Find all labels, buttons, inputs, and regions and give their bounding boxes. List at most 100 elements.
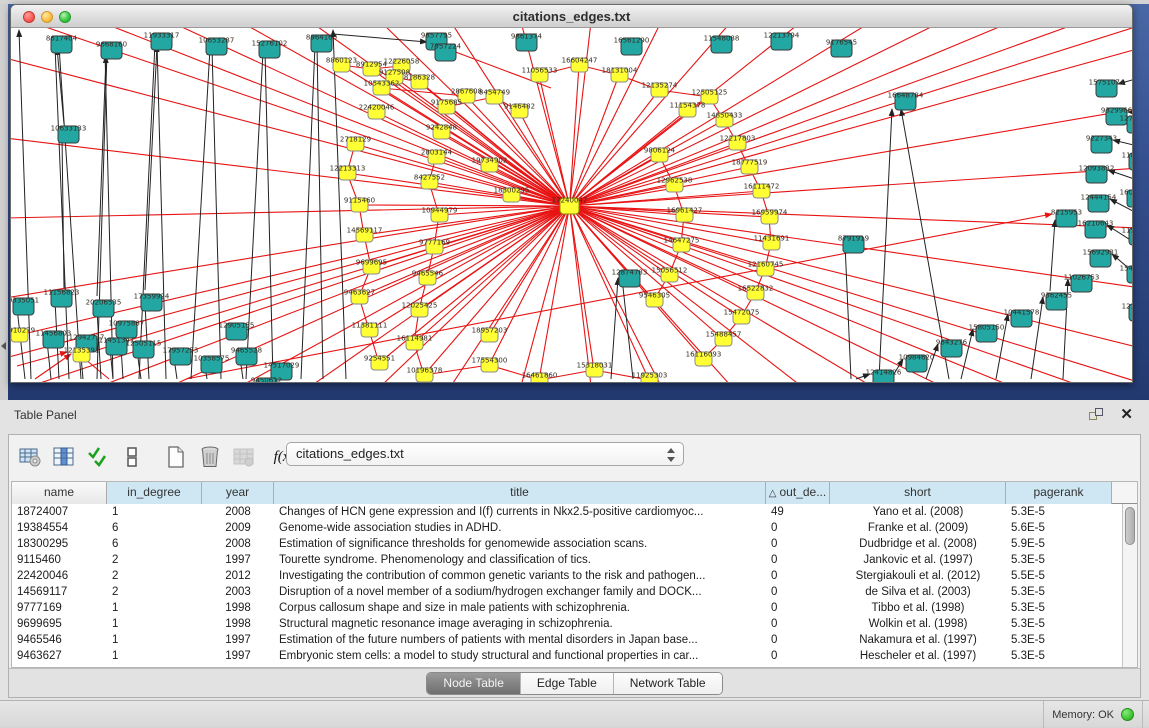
column-header-pagerank[interactable]: pagerank [1006, 482, 1112, 504]
graph-node[interactable]: 11026753 [1064, 274, 1100, 293]
graph-node[interactable]: 2718129 [340, 136, 371, 152]
graph-node[interactable]: 11154378 [670, 102, 706, 118]
tab-network-table[interactable]: Network Table [613, 673, 722, 694]
column-header-out-degree[interactable]: △out_de... [766, 482, 830, 504]
table-cell[interactable]: Disruption of a novel member of a sodium… [274, 584, 766, 600]
table-cell[interactable]: 5.3E-5 [1006, 584, 1112, 600]
graph-node[interactable]: 16648784 [888, 92, 924, 111]
table-cell[interactable]: 18724007 [12, 504, 107, 520]
close-panel-icon[interactable]: ✕ [1120, 405, 1133, 423]
table-cell[interactable]: 1997 [202, 648, 274, 664]
select-all-icon[interactable] [83, 442, 113, 472]
table-cell[interactable]: Structural magnetic resonance image aver… [274, 616, 766, 632]
graph-node[interactable]: 9910279 [11, 327, 35, 343]
graph-node[interactable]: 22420046 [359, 104, 395, 120]
graph-node[interactable]: 15692931 [1083, 249, 1119, 268]
graph-node[interactable]: 16961427 [667, 207, 703, 223]
table-row[interactable]: 2242004622012Investigating the contribut… [12, 568, 1122, 584]
tab-edge-table[interactable]: Edge Table [520, 673, 613, 694]
table-cell[interactable]: 2008 [202, 536, 274, 552]
graph-node[interactable]: 11925303 [632, 372, 668, 383]
graph-node[interactable]: 10944979 [422, 207, 458, 223]
graph-node[interactable]: 15056512 [652, 267, 688, 283]
table-row[interactable]: 946362711997Embryonic stem cells: a mode… [12, 648, 1122, 664]
graph-node[interactable]: 9546305 [639, 292, 670, 308]
graph-node[interactable]: 16114981 [397, 335, 433, 351]
graph-node[interactable]: 12874783 [612, 269, 648, 288]
network-canvas[interactable]: 8617404966816011933317106532871527610289… [11, 28, 1132, 382]
graph-node[interactable]: 9175685 [431, 99, 462, 115]
table-cell[interactable]: 22420046 [12, 568, 107, 584]
table-cell[interactable]: 0 [766, 648, 830, 664]
graph-node[interactable]: 9699695 [356, 259, 387, 275]
graph-node[interactable]: 10358575 [194, 355, 230, 374]
graph-node[interactable]: 16061290 [1120, 189, 1132, 208]
graph-node[interactable]: 9176545 [826, 39, 857, 58]
table-cell[interactable]: 2 [107, 552, 202, 568]
vertical-scrollbar[interactable] [1122, 504, 1137, 667]
graph-node[interactable]: 9254551 [364, 355, 395, 371]
graph-node[interactable]: 10196378 [407, 367, 443, 383]
table-cell[interactable]: 0 [766, 584, 830, 600]
graph-node[interactable]: 12505115 [126, 340, 162, 359]
table-cell[interactable]: 5.3E-5 [1006, 552, 1112, 568]
graph-node[interactable]: 9806124 [644, 147, 676, 163]
table-cell[interactable]: 2008 [202, 504, 274, 520]
graph-node[interactable]: 11056533 [522, 67, 558, 83]
graph-node[interactable]: 16116093 [686, 351, 722, 367]
table-row[interactable]: 1938455462009Genome-wide association stu… [12, 520, 1122, 536]
table-cell[interactable]: 9463627 [12, 648, 107, 664]
scrollbar-thumb[interactable] [1125, 507, 1135, 545]
deselect-all-icon[interactable] [117, 442, 147, 472]
graph-node[interactable]: 9465528 [231, 347, 262, 366]
graph-node[interactable]: 16461860 [522, 372, 558, 383]
table-cell[interactable]: 6 [107, 520, 202, 536]
table-cell[interactable]: 5.3E-5 [1006, 616, 1112, 632]
graph-node[interactable]: 14850433 [707, 112, 743, 128]
graph-node[interactable]: 9777169 [419, 239, 450, 255]
table-cell[interactable]: Dudbridge et al. (2008) [830, 536, 1006, 552]
table-cell[interactable]: de Silva et al. (2003) [830, 584, 1006, 600]
graph-node[interactable]: 16111472 [744, 183, 780, 199]
table-cell[interactable]: 1 [107, 648, 202, 664]
graph-node[interactable]: 12093832 [1079, 165, 1115, 184]
table-cell[interactable]: 9115460 [12, 552, 107, 568]
table-cell[interactable]: Franke et al. (2009) [830, 520, 1006, 536]
graph-node[interactable]: 9643276 [936, 339, 968, 358]
delete-table-icon[interactable] [229, 442, 259, 472]
table-row[interactable]: 1872400712008Changes of HCN gene express… [12, 504, 1122, 520]
graph-node[interactable]: 16522832 [738, 285, 774, 301]
new-document-icon[interactable] [161, 442, 191, 472]
graph-node[interactable]: 8964160 [306, 34, 337, 53]
graph-node[interactable]: 16604247 [562, 57, 598, 73]
graph-node[interactable]: 8215953 [1051, 209, 1082, 228]
table-cell[interactable]: Tibbo et al. (1998) [830, 600, 1006, 616]
graph-node[interactable]: 15472075 [724, 309, 760, 325]
table-cell[interactable]: 1998 [202, 616, 274, 632]
graph-node[interactable]: 9450612 [251, 377, 282, 383]
table-cell[interactable]: 49 [766, 504, 830, 520]
graph-node[interactable]: 11156823 [44, 289, 80, 308]
table-cell[interactable]: 2009 [202, 520, 274, 536]
graph-node[interactable]: 18777519 [732, 159, 768, 175]
table-cell[interactable]: Yano et al. (2008) [830, 504, 1006, 520]
table-cell[interactable]: 5.6E-5 [1006, 520, 1112, 536]
table-cell[interactable]: 6 [107, 536, 202, 552]
table-cell[interactable]: Genome-wide association studies in ADHD. [274, 520, 766, 536]
graph-node[interactable]: 7957224 [430, 43, 462, 62]
table-row[interactable]: 969969511998Structural magnetic resonanc… [12, 616, 1122, 632]
graph-node[interactable]: 8186328 [404, 74, 435, 90]
tab-node-table[interactable]: Node Table [427, 673, 520, 694]
graph-node[interactable]: 8860123 [326, 57, 357, 73]
column-header-name[interactable]: name [12, 482, 107, 504]
table-cell[interactable]: 18300295 [12, 536, 107, 552]
graph-node[interactable]: 10633133 [51, 125, 87, 144]
table-cell[interactable]: 0 [766, 616, 830, 632]
table-cell[interactable]: Investigating the contribution of common… [274, 568, 766, 584]
graph-node[interactable]: 11848914 [1122, 152, 1132, 171]
graph-node[interactable]: 17554300 [472, 357, 508, 373]
table-cell[interactable]: Hescheler et al. (1997) [830, 648, 1006, 664]
table-panel-header[interactable]: Table Panel ✕ [0, 400, 1149, 432]
table-cell[interactable]: 14569117 [12, 584, 107, 600]
table-cell[interactable]: 1997 [202, 632, 274, 648]
